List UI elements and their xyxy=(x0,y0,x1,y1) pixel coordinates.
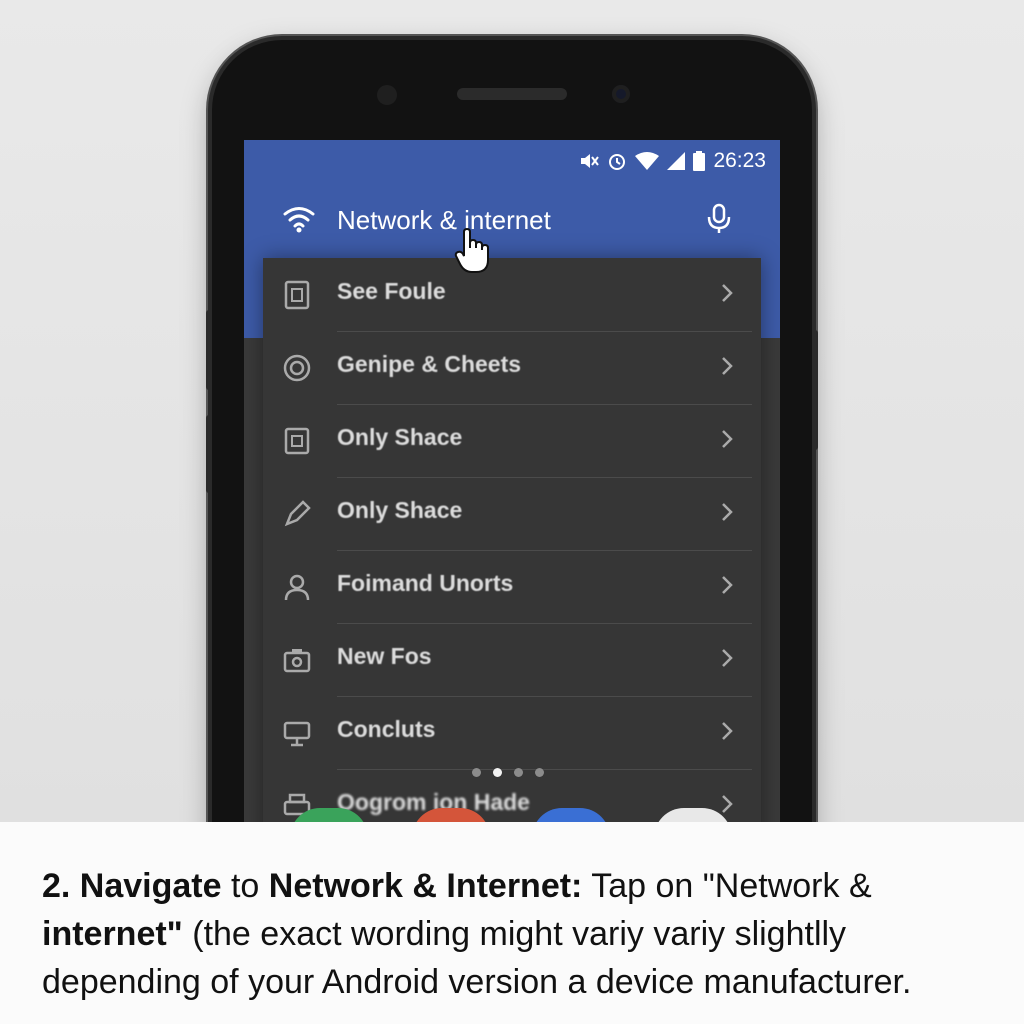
sensor xyxy=(377,85,397,105)
divider xyxy=(337,769,752,770)
divider xyxy=(337,696,752,697)
list-item-label: Concluts xyxy=(337,716,436,742)
battery-icon xyxy=(693,151,706,171)
list-item-label: New Fos xyxy=(337,643,432,669)
mute-icon xyxy=(579,152,600,170)
chevron-right-icon xyxy=(720,355,734,382)
status-bar: 26:23 xyxy=(579,146,766,176)
chevron-right-icon xyxy=(720,501,734,528)
list-item-label: Only Shace xyxy=(337,497,463,523)
caption-quoted: internet" xyxy=(42,915,183,953)
chevron-right-icon xyxy=(720,647,734,674)
wifi-icon xyxy=(282,205,316,238)
divider xyxy=(337,404,752,405)
sim-icon xyxy=(282,280,312,310)
page-dot[interactable] xyxy=(472,768,481,777)
pen-icon xyxy=(282,499,312,529)
caption-to: to xyxy=(221,867,269,905)
camera-icon xyxy=(282,645,312,675)
divider xyxy=(337,331,752,332)
status-time: 26:23 xyxy=(713,149,766,172)
caption-target: Network & Internet: xyxy=(268,867,583,905)
storage-icon xyxy=(282,426,312,456)
divider xyxy=(337,477,752,478)
page-dot[interactable] xyxy=(514,768,523,777)
divider xyxy=(337,550,752,551)
hand-cursor-icon xyxy=(454,227,494,281)
chevron-right-icon xyxy=(720,428,734,455)
list-item-label: Genipe & Cheets xyxy=(337,351,522,377)
page-title[interactable]: Network & internet xyxy=(337,205,551,236)
page-dot[interactable] xyxy=(535,768,544,777)
list-item-label: See Foule xyxy=(337,278,446,304)
power-button[interactable] xyxy=(206,310,212,390)
list-item[interactable]: Only Shace xyxy=(244,404,780,477)
list-item[interactable]: Genipe & Cheets xyxy=(244,331,780,404)
signal-icon xyxy=(667,152,686,170)
side-button[interactable] xyxy=(812,330,818,450)
wifi-icon xyxy=(635,152,660,170)
volume-button[interactable] xyxy=(206,415,212,493)
phone-screen: 26:23 Network & internet See Foule Genip… xyxy=(244,140,780,840)
divider xyxy=(337,623,752,624)
front-camera xyxy=(612,85,630,103)
target-icon xyxy=(282,353,312,383)
list-item[interactable]: New Fos xyxy=(244,623,780,696)
list-item[interactable]: See Foule xyxy=(244,258,780,331)
list-item[interactable]: Only Shace xyxy=(244,477,780,550)
display-icon xyxy=(282,718,312,748)
list-item[interactable]: Concluts xyxy=(244,696,780,769)
mic-icon[interactable] xyxy=(706,203,732,240)
page-dot-active[interactable] xyxy=(493,768,502,777)
earpiece-speaker xyxy=(457,88,567,100)
alarm-icon xyxy=(607,151,627,171)
chevron-right-icon xyxy=(720,720,734,747)
caption-text: 2. Navigate to Network & Internet: Tap o… xyxy=(42,862,1002,1006)
person-icon xyxy=(282,572,312,602)
list-item[interactable]: Foimand Unorts xyxy=(244,550,780,623)
chevron-right-icon xyxy=(720,574,734,601)
instruction-caption: 2. Navigate to Network & Internet: Tap o… xyxy=(0,822,1024,1024)
page-indicator xyxy=(472,768,544,777)
page-header[interactable]: Network & internet xyxy=(244,195,780,245)
chevron-right-icon xyxy=(720,282,734,309)
list-item-label: Only Shace xyxy=(337,424,463,450)
step-label: 2. Navigate xyxy=(42,867,222,905)
caption-instruction: Tap on "Network & xyxy=(582,867,872,905)
list-item-label: Foimand Unorts xyxy=(337,570,514,596)
